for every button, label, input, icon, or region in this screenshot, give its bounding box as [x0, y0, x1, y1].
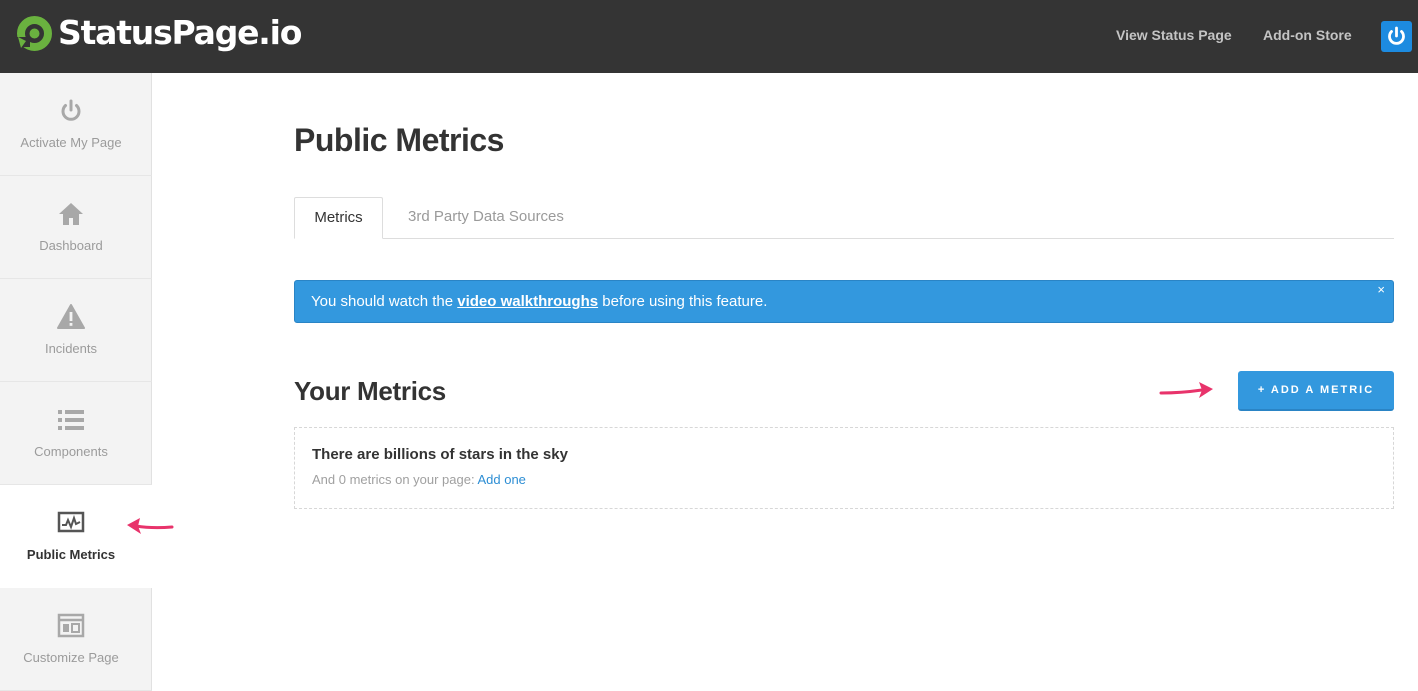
sidebar-item-label: Public Metrics	[26, 547, 116, 562]
tab-3rd-party-data-sources[interactable]: 3rd Party Data Sources	[408, 197, 564, 239]
sidebar-item-label: Incidents	[44, 341, 98, 356]
empty-state-title: There are billions of stars in the sky	[312, 446, 568, 463]
annotation-arrow-left-icon	[124, 515, 176, 542]
info-alert: You should watch the video walkthroughs …	[294, 280, 1394, 323]
empty-state-text: And 0 metrics on your page: Add one	[312, 472, 526, 488]
sidebar: Activate My Page Dashboard Incidents Com…	[0, 73, 152, 691]
home-icon	[57, 200, 85, 228]
brand-name: StatusPage.io	[58, 13, 302, 52]
logo-icon	[16, 15, 53, 52]
addon-store-link[interactable]: Add-on Store	[1263, 26, 1352, 44]
user-menu-button[interactable]	[1381, 21, 1412, 52]
sidebar-item-label: Activate My Page	[20, 135, 122, 150]
sidebar-item-label: Dashboard	[39, 238, 103, 253]
power-icon	[57, 97, 85, 125]
video-walkthroughs-link[interactable]: video walkthroughs	[457, 293, 598, 310]
warning-icon	[57, 303, 85, 331]
alert-text-after: before using this feature.	[598, 293, 768, 310]
view-status-page-link[interactable]: View Status Page	[1116, 26, 1232, 44]
sidebar-item-activate-my-page[interactable]: Activate My Page	[0, 73, 152, 176]
sidebar-item-incidents[interactable]: Incidents	[0, 279, 152, 382]
list-icon	[57, 406, 85, 434]
page-title: Public Metrics	[294, 122, 504, 158]
statuspage-logo[interactable]: StatusPage.io	[16, 13, 302, 53]
your-metrics-heading: Your Metrics	[294, 376, 446, 406]
top-navbar: StatusPage.io View Status Page Add-on St…	[0, 0, 1418, 73]
annotation-arrow-right-icon	[1158, 380, 1216, 407]
layout-icon	[57, 612, 85, 640]
empty-metrics-panel: There are billions of stars in the sky A…	[294, 427, 1394, 509]
tab-metrics[interactable]: Metrics	[294, 197, 383, 239]
add-one-link[interactable]: Add one	[477, 472, 525, 487]
sidebar-item-components[interactable]: Components	[0, 382, 152, 485]
sidebar-item-customize-page[interactable]: Customize Page	[0, 588, 152, 691]
sidebar-item-dashboard[interactable]: Dashboard	[0, 176, 152, 279]
close-icon[interactable]: ×	[1377, 269, 1385, 310]
power-icon	[1381, 26, 1412, 56]
empty-state-description: And 0 metrics on your page:	[312, 472, 478, 487]
alert-text-before: You should watch the	[311, 293, 458, 310]
metrics-icon	[57, 509, 85, 537]
sidebar-item-label: Components	[34, 444, 108, 459]
sidebar-item-label: Customize Page	[23, 650, 119, 665]
add-metric-button[interactable]: + ADD A METRIC	[1238, 371, 1394, 411]
